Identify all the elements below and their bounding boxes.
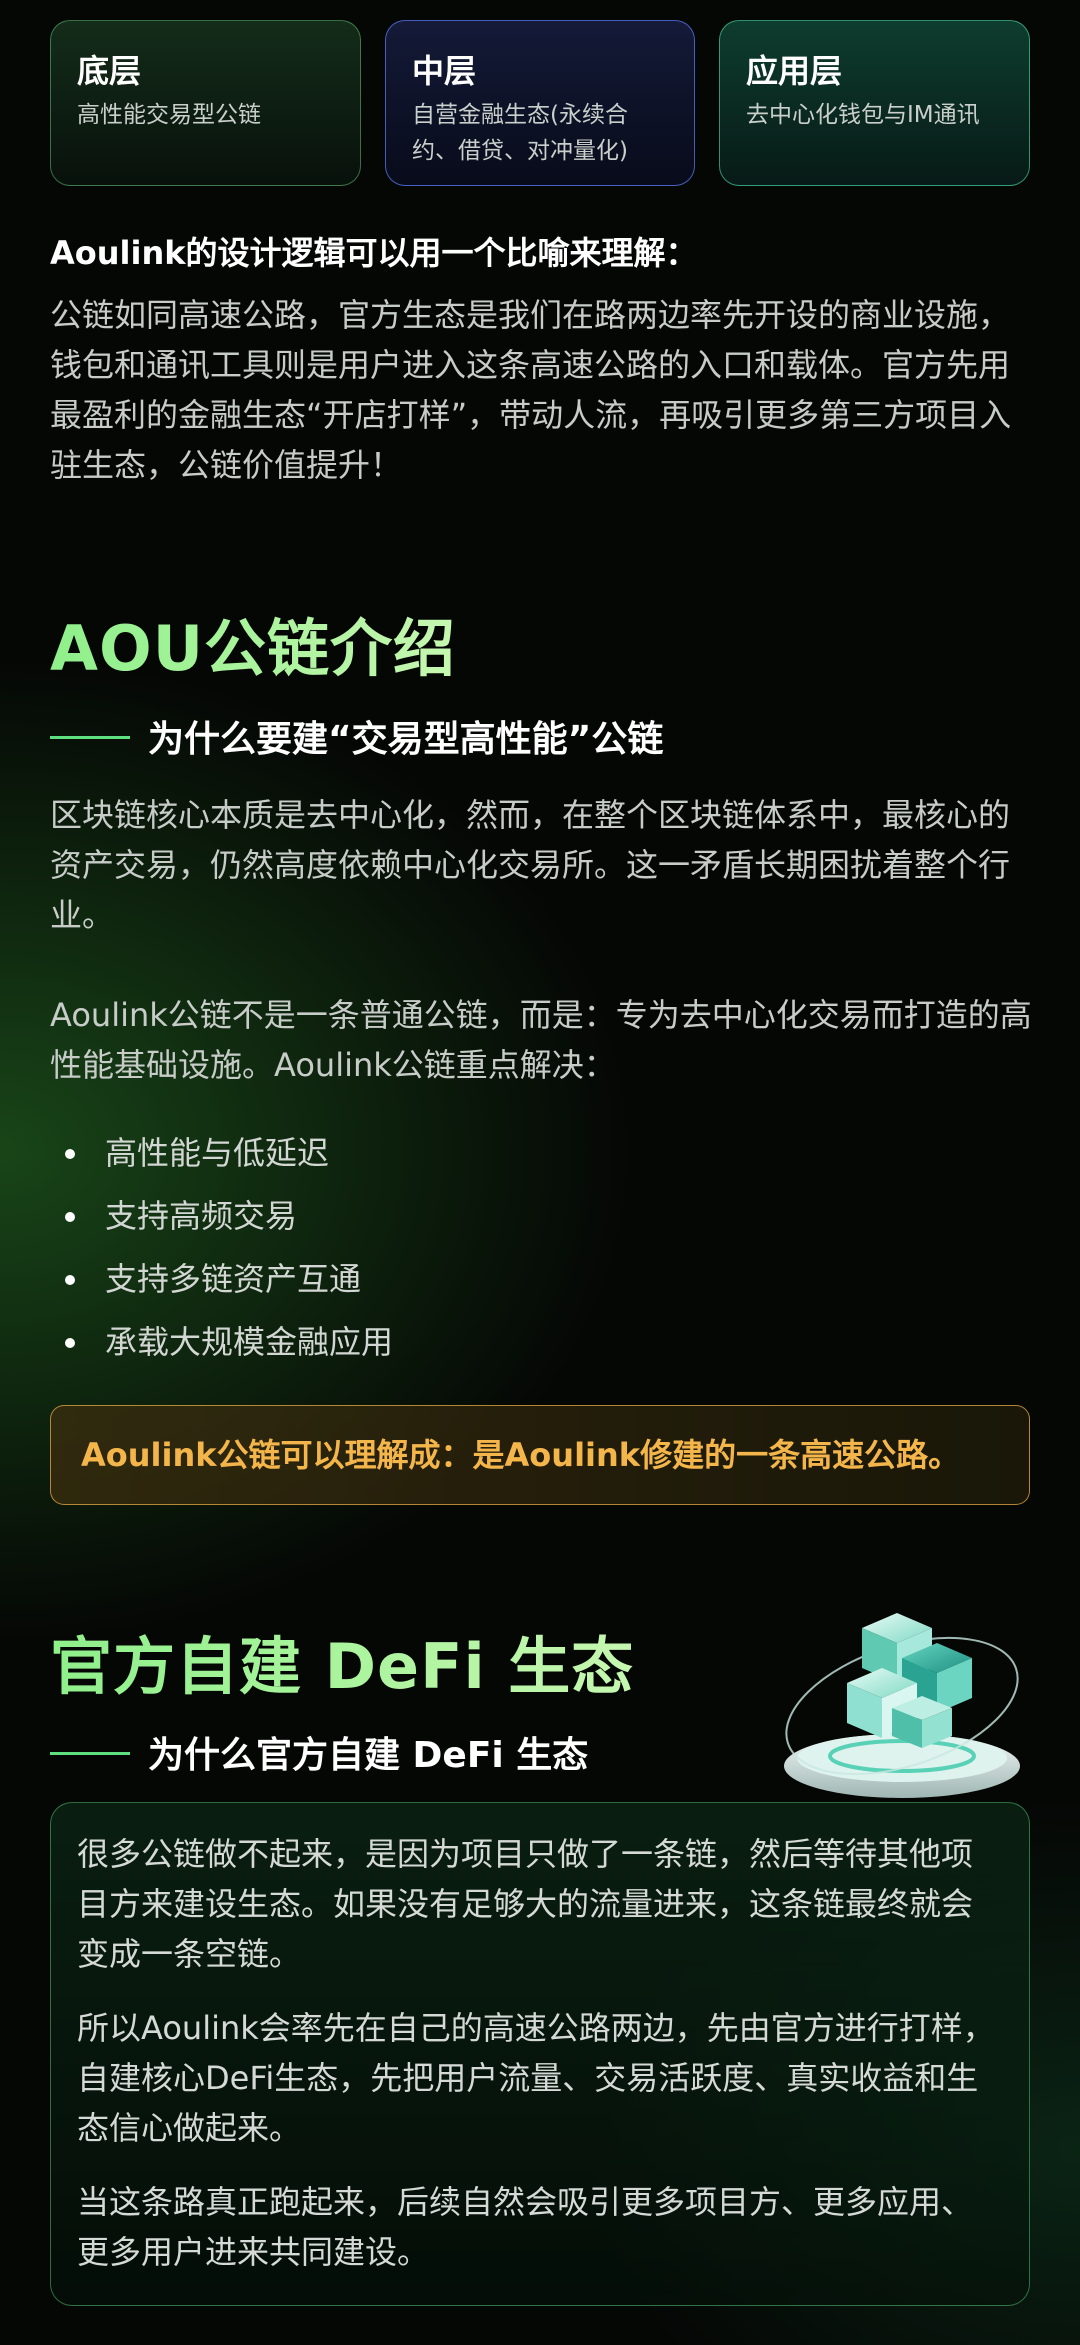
defi-section-title: 官方自建 DeFi 生态 [50,1616,634,1706]
defi-section-subtitle: 为什么官方自建 DeFi 生态 [50,1726,588,1778]
list-item: 高性能与低延迟 [50,1122,393,1185]
aou-paragraph-2: Aoulink公链不是一条普通公链，而是：专为去中心化交易而打造的高性能基础设施… [50,996,1032,1084]
layer-card-bottom: 底层 高性能交易型公链 [50,20,361,186]
bullet-icon [65,1338,75,1348]
aou-paragraph-1: 区块链核心本质是去中心化，然而，在整个区块链体系中，最核心的资产交易，仍然高度依… [50,796,1011,934]
defi-explanation-box: 很多公链做不起来，是因为项目只做了一条链，然后等待其他项目方来建设生态。如果没有… [50,1802,1030,2306]
layer-title: 中层 [412,52,477,90]
layer-title: 底层 [77,52,142,90]
list-item-text: 支持多链资产互通 [105,1260,362,1298]
aou-section-title: AOU公链介绍 [50,598,456,688]
heading-dash [50,735,130,739]
intro-body: 公链如同高速公路，官方生态是我们在路两边率先开设的商业设施，钱包和通讯工具则是用… [50,296,1012,484]
defi-paragraph: 当这条路真正跑起来，后续自然会吸引更多项目方、更多应用、更多用户进来共同建设。 [77,2183,974,2271]
feature-list: 高性能与低延迟 支持高频交易 支持多链资产互通 承载大规模金融应用 [50,1122,393,1374]
bullet-icon [65,1149,75,1159]
bullet-icon [65,1212,75,1222]
layer-desc: 去中心化钱包与IM通讯 [746,102,980,128]
intro-heading: Aoulink的设计逻辑可以用一个比喻来理解： [50,234,698,272]
list-item: 支持高频交易 [50,1185,393,1248]
list-item-text: 承载大规模金融应用 [105,1323,394,1361]
defi-subtitle-text: 为什么官方自建 DeFi 生态 [148,1735,589,1776]
aou-section-subtitle: 为什么要建“交易型高性能”公链 [50,710,663,762]
defi-paragraph: 很多公链做不起来，是因为项目只做了一条链，然后等待其他项目方来建设生态。如果没有… [77,1835,974,1973]
list-item: 支持多链资产互通 [50,1248,393,1311]
aou-subtitle-text: 为什么要建“交易型高性能”公链 [148,719,664,760]
highlight-callout: Aoulink公链可以理解成：是Aoulink修建的一条高速公路。 [50,1405,1030,1505]
layer-title: 应用层 [746,52,843,90]
list-item-text: 支持高频交易 [105,1197,298,1235]
layer-card-middle: 中层 自营金融生态(永续合约、借贷、对冲量化) [385,20,695,186]
layer-desc: 自营金融生态(永续合约、借贷、对冲量化) [412,102,628,164]
bullet-icon [65,1275,75,1285]
layer-card-application: 应用层 去中心化钱包与IM通讯 [719,20,1030,186]
layer-desc: 高性能交易型公链 [77,102,261,128]
defi-paragraph: 所以Aoulink会率先在自己的高速公路两边，先由官方进行打样，自建核心DeFi… [77,2009,995,2147]
heading-dash [50,1751,130,1755]
list-item: 承载大规模金融应用 [50,1311,393,1374]
blockchain-cubes-icon [784,1613,1020,1798]
list-item-text: 高性能与低延迟 [105,1134,330,1172]
